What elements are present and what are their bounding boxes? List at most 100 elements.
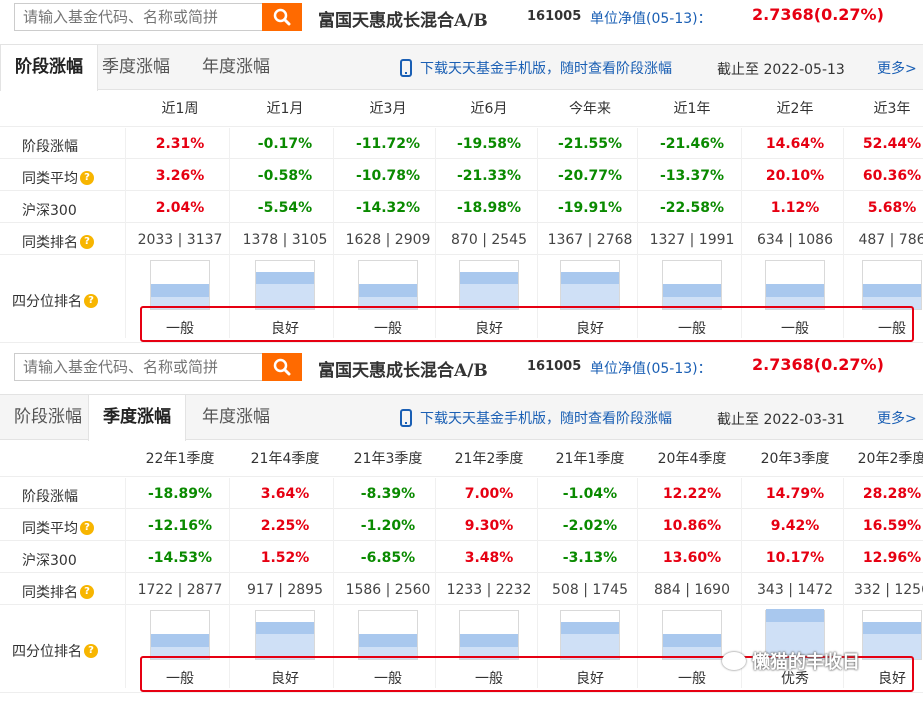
row-label-category-rank: 同类排名? [22,232,94,252]
category-rank-cell: 343 | 1472 [757,582,833,598]
hs300-cell: 1.12% [770,200,820,216]
tab-quarterly-returns[interactable]: 季度涨幅 [88,395,186,441]
quartile-segment [460,271,518,284]
quartile-bar [150,610,210,660]
quartile-segment [561,284,619,297]
tab-quarterly-returns[interactable]: 季度涨幅 [88,45,184,90]
category-rank-cell: 634 | 1086 [757,232,833,248]
row-divider [0,692,923,693]
column-header: 近1月 [266,101,304,117]
quartile-bar [862,610,922,660]
wechat-icon [722,652,746,670]
category-avg-cell: 20.10% [765,168,825,184]
quartile-segment [561,634,619,647]
quartile-bar [560,260,620,310]
tab-stage-returns[interactable]: 阶段涨幅 [0,395,96,440]
hs300-cell: 1.52% [260,550,310,566]
help-icon[interactable]: ? [80,235,94,249]
row-label-return: 阶段涨幅 [22,486,78,506]
category-avg-cell: 9.30% [464,518,514,534]
more-link[interactable]: 更多> [877,58,917,78]
hs300-cell: -6.85% [360,550,416,566]
row-label-return: 阶段涨幅 [22,136,78,156]
nav-change-percent: (0.27%) [813,5,884,24]
help-icon[interactable]: ? [80,171,94,185]
quartile-bar [560,610,620,660]
download-app-link[interactable]: 下载天天基金手机版，随时查看阶段涨幅 [400,408,672,428]
help-icon[interactable]: ? [84,644,98,658]
quartile-segment [359,634,417,647]
tab-annual-returns[interactable]: 年度涨幅 [188,45,284,90]
quartile-bar [358,260,418,310]
hs300-cell: 10.17% [765,550,825,566]
help-icon[interactable]: ? [80,521,94,535]
hs300-cell: -18.98% [456,200,522,216]
tab-bar: 阶段涨幅 季度涨幅 年度涨幅 下载天天基金手机版，随时查看阶段涨幅 截止至 2022-0… [0,44,923,91]
category-avg-cell: 3.26% [155,168,205,184]
quartile-bar [765,260,825,310]
download-app-link[interactable]: 下载天天基金手机版，随时查看阶段涨幅 [400,58,672,78]
nav-label[interactable]: 单位净值(05-13)： [590,8,712,28]
row-label-text: 同类平均 [22,521,78,537]
tab-annual-returns[interactable]: 年度涨幅 [188,395,284,440]
quartile-segment [151,284,209,297]
column-header: 21年2季度 [454,451,524,467]
quartile-bar [255,610,315,660]
stage-return-cell: -19.58% [456,136,522,152]
search-button[interactable] [262,353,302,381]
category-avg-cell: 9.42% [770,518,820,534]
category-rank-cell: 884 | 1690 [654,582,730,598]
category-avg-cell: 60.36% [862,168,922,184]
quartile-bar [150,260,210,310]
fund-search-input[interactable] [14,353,262,381]
row-label-text: 沪深300 [22,203,77,219]
download-app-text: 下载天天基金手机版，随时查看阶段涨幅 [420,61,672,77]
search-button[interactable] [262,3,302,31]
column-divider [125,478,126,688]
fund-search-input[interactable] [14,3,262,31]
column-header: 20年3季度 [760,451,830,467]
fund-name[interactable]: 富国天惠成长混合A/B [318,6,488,31]
quartile-segment [766,609,824,622]
row-divider [0,476,923,477]
help-icon[interactable]: ? [84,294,98,308]
more-link[interactable]: 更多> [877,408,917,428]
category-avg-cell: 2.25% [260,518,310,534]
row-label-category-rank: 同类排名? [22,582,94,602]
column-header: 21年3季度 [353,451,423,467]
category-avg-cell: -2.02% [562,518,618,534]
watermark-text: 懒猫的丰收日 [752,652,860,673]
tab-stage-returns[interactable]: 阶段涨幅 [0,45,98,91]
column-header: 近1周 [161,101,199,117]
category-rank-cell: 917 | 2895 [247,582,323,598]
quartile-segment [460,284,518,297]
category-rank-cell: 1367 | 2768 [547,232,633,248]
fund-name[interactable]: 富国天惠成长混合A/B [318,356,488,381]
quartile-bar [459,260,519,310]
column-divider [125,128,126,338]
row-divider [0,126,923,127]
row-divider [0,158,923,159]
stage-return-cell: 52.44% [862,136,922,152]
quartile-bar [358,610,418,660]
row-label-text: 同类排名 [22,235,78,251]
row-label-hs300: 沪深300 [22,550,77,570]
row-label-category-avg: 同类平均? [22,168,94,188]
stage-return-cell: 28.28% [862,486,922,502]
category-avg-cell: -20.77% [557,168,623,184]
fund-header: 富国天惠成长混合A/B 161005 单位净值(05-13)： 2.7368(0.27… [0,0,923,34]
quartile-segment [460,634,518,647]
stage-return-cell: 14.79% [765,486,825,502]
quartile-bar [662,610,722,660]
row-divider [0,190,923,191]
nav-label[interactable]: 单位净值(05-13)： [590,358,712,378]
nav-change-percent: (0.27%) [813,355,884,374]
row-label-text: 四分位排名 [12,294,82,310]
row-divider [0,572,923,573]
stage-return-cell: 12.22% [662,486,722,502]
quartile-segment [663,634,721,647]
quartile-bar [662,260,722,310]
help-icon[interactable]: ? [80,585,94,599]
column-header: 今年来 [569,101,611,117]
highlight-box [140,306,914,342]
